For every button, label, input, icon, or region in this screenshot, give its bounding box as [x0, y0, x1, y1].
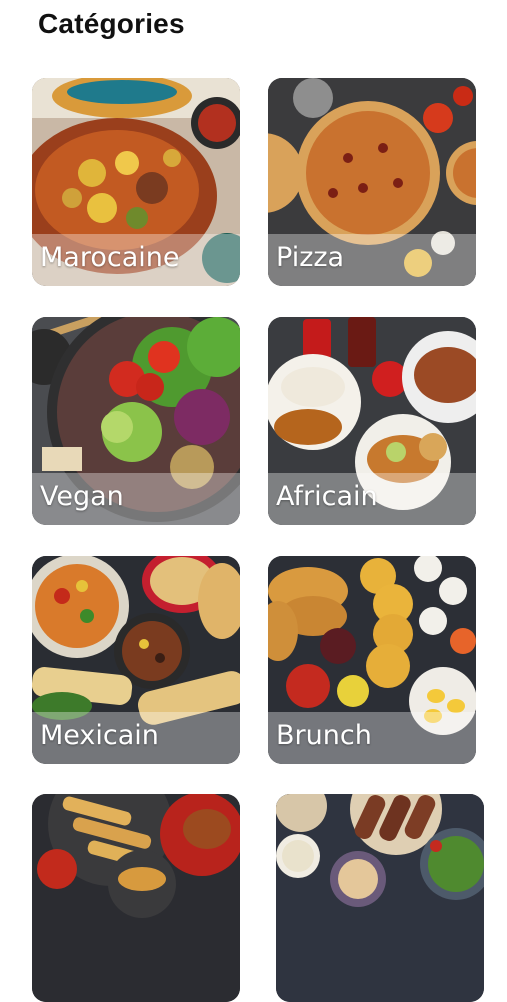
category-label: Mexicain [40, 720, 159, 751]
category-label: Africain [276, 481, 378, 512]
category-card-vegan[interactable]: Vegan [32, 317, 240, 525]
category-label: Pizza [276, 242, 345, 273]
category-card-7[interactable] [32, 794, 240, 1002]
page-title: Catégories [38, 8, 185, 39]
category-card-8[interactable] [276, 794, 484, 1002]
asian-food-image [32, 794, 240, 1002]
category-card-marocaine[interactable]: Marocaine [32, 78, 240, 286]
category-card-pizza[interactable]: Pizza [268, 78, 476, 286]
category-card-brunch[interactable]: Brunch [268, 556, 476, 764]
category-card-mexicain[interactable]: Mexicain [32, 556, 240, 764]
category-card-africain[interactable]: Africain [268, 317, 476, 525]
mezze-image [276, 794, 484, 1002]
category-label: Brunch [276, 720, 372, 751]
category-label: Marocaine [40, 242, 180, 273]
category-label: Vegan [40, 481, 124, 512]
